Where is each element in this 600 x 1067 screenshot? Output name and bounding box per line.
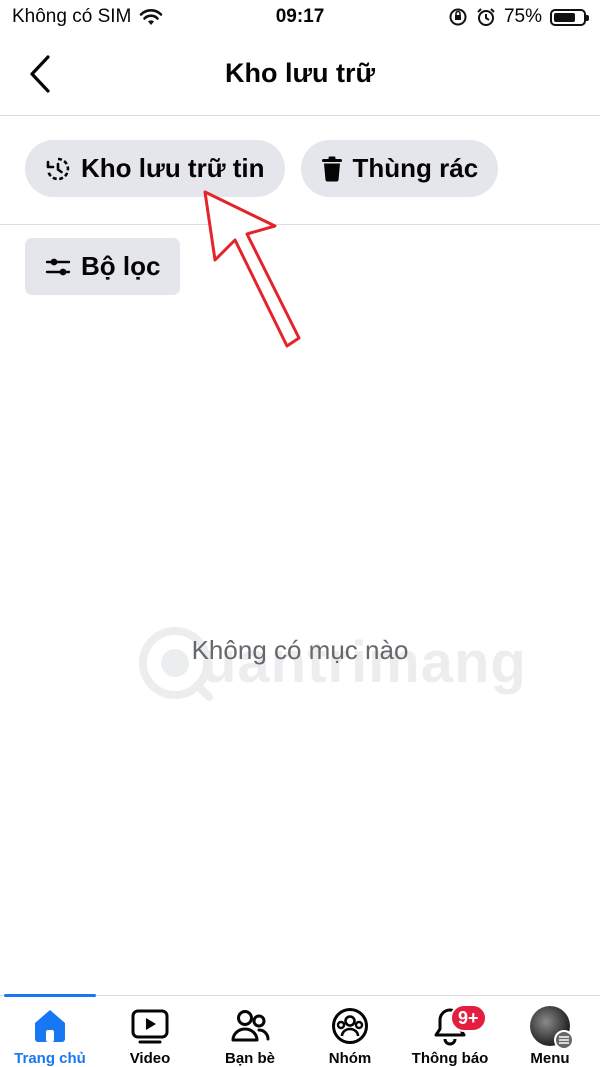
nav-video[interactable]: Video	[100, 996, 200, 1067]
nav-home[interactable]: Trang chủ	[0, 994, 100, 1067]
nav-friends[interactable]: Bạn bè	[200, 996, 300, 1067]
nav-groups-label: Nhóm	[328, 1050, 372, 1067]
bottom-nav: Trang chủ Video Bạn bè Nhóm 9+ Thông báo…	[0, 994, 600, 1067]
empty-state-message: Không có mục nào	[191, 635, 409, 665]
menu-lines-icon	[554, 1030, 574, 1050]
video-icon	[131, 1009, 169, 1044]
tab-trash[interactable]: Thùng rác	[300, 140, 499, 197]
orientation-lock-icon	[449, 8, 467, 26]
nav-menu[interactable]: Menu	[500, 996, 600, 1067]
filter-button[interactable]: Bộ lọc	[25, 238, 181, 295]
nav-video-label: Video	[129, 1050, 171, 1067]
nav-groups[interactable]: Nhóm	[300, 996, 400, 1067]
nav-notifications-label: Thông báo	[411, 1050, 489, 1067]
status-right: 75%	[448, 6, 589, 28]
battery-fill	[554, 12, 575, 22]
battery-percent: 75%	[503, 6, 542, 27]
alarm-icon	[477, 8, 495, 26]
filter-label: Bộ lọc	[81, 251, 161, 281]
nav-home-label: Trang chủ	[14, 1050, 86, 1067]
nav-menu-label: Menu	[530, 1050, 570, 1067]
annotation-arrow	[203, 190, 301, 348]
home-icon	[35, 1010, 65, 1042]
active-indicator	[4, 994, 96, 997]
battery-icon	[550, 8, 589, 26]
status-bar: Không có SIM 09:17 75%	[0, 0, 600, 36]
story-archive-icon	[46, 157, 70, 180]
groups-icon	[332, 1008, 368, 1044]
page-title: Kho lưu trữ	[224, 58, 376, 88]
sliders-icon	[45, 258, 71, 275]
friends-icon	[231, 1010, 270, 1042]
notification-badge: 9+	[450, 1004, 487, 1032]
avatar	[530, 1006, 574, 1050]
tab-story-archive-label: Kho lưu trữ tin	[81, 153, 265, 183]
trash-icon	[321, 156, 342, 182]
header: Kho lưu trữ	[0, 36, 600, 116]
nav-notifications[interactable]: 9+ Thông báo	[400, 996, 500, 1067]
tab-trash-label: Thùng rác	[352, 153, 479, 183]
nav-friends-label: Bạn bè	[224, 1050, 275, 1067]
